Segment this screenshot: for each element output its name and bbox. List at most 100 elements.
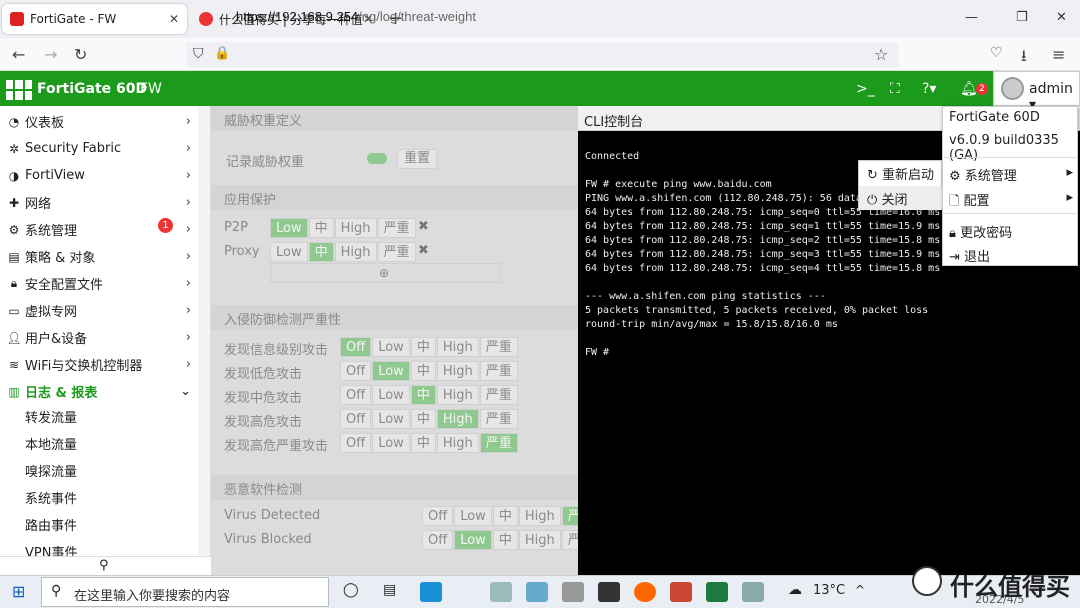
app-icon[interactable] bbox=[490, 582, 512, 602]
app-icon[interactable] bbox=[742, 582, 764, 602]
menu-icon[interactable]: ≡ bbox=[1052, 45, 1065, 64]
severity-option[interactable]: 中 bbox=[410, 409, 436, 429]
task-view-icon[interactable]: ◯ bbox=[343, 582, 359, 598]
restart-menu-item[interactable]: ↻ 重新启动 bbox=[859, 161, 943, 185]
severity-option[interactable]: Low bbox=[454, 506, 492, 526]
terminal-icon[interactable] bbox=[598, 582, 620, 602]
close-tab-icon[interactable]: ✕ bbox=[169, 12, 179, 26]
severity-option[interactable]: High bbox=[436, 337, 479, 357]
change-password-menu-item[interactable]: 🔒︎ 更改密码 bbox=[949, 222, 1012, 241]
severity-option[interactable]: 严重 bbox=[377, 242, 416, 262]
download-icon[interactable]: ⭳ bbox=[1021, 45, 1027, 72]
severity-option[interactable]: Low bbox=[372, 433, 410, 453]
severity-option[interactable]: Low bbox=[270, 218, 308, 238]
help-icon[interactable]: ?▾ bbox=[922, 81, 936, 97]
severity-option[interactable]: 严重 bbox=[479, 385, 518, 405]
severity-option[interactable]: High bbox=[436, 385, 479, 405]
severity-option[interactable]: 中 bbox=[410, 385, 436, 405]
severity-option[interactable]: Low bbox=[270, 242, 308, 262]
powerpoint-icon[interactable] bbox=[670, 582, 692, 602]
severity-option[interactable]: 严重 bbox=[377, 218, 416, 238]
log-threat-weight-toggle[interactable] bbox=[367, 153, 387, 164]
severity-option[interactable]: Off bbox=[340, 385, 372, 405]
url-text[interactable]: https://192.168.9.254/ng/log/threat-weig… bbox=[236, 9, 476, 24]
app-icon[interactable] bbox=[526, 582, 548, 602]
severity-option[interactable]: 严重 bbox=[479, 337, 518, 357]
tab-fortigate[interactable]: FortiGate - FW ✕ bbox=[2, 4, 187, 34]
severity-option[interactable]: Off bbox=[340, 433, 372, 453]
fullscreen-icon[interactable]: ⛶ bbox=[890, 81, 900, 97]
lock-warning-icon[interactable]: 🔒 bbox=[214, 46, 230, 61]
severity-option[interactable]: Low bbox=[372, 337, 410, 357]
forward-icon[interactable]: → bbox=[44, 45, 57, 64]
sidebar-item[interactable]: ≋ WiFi与交换机控制器 › bbox=[0, 351, 197, 378]
severity-option[interactable]: Off bbox=[340, 337, 372, 357]
severity-option[interactable]: High bbox=[436, 433, 479, 453]
severity-option[interactable]: 中 bbox=[410, 433, 436, 453]
sidebar-subitem[interactable]: 本地流量 bbox=[25, 434, 77, 453]
excel-icon[interactable] bbox=[706, 582, 728, 602]
remove-icon[interactable]: ✖ bbox=[418, 219, 429, 234]
sidebar-scrollbar[interactable] bbox=[198, 106, 210, 556]
app-icon[interactable] bbox=[562, 582, 584, 602]
plus-circle-icon[interactable]: ⊕ bbox=[379, 266, 389, 280]
severity-option[interactable]: Low bbox=[372, 409, 410, 429]
severity-option[interactable]: 中 bbox=[308, 242, 334, 262]
reload-icon[interactable]: ↻ bbox=[74, 45, 87, 64]
windows-start-icon[interactable]: ⊞ bbox=[12, 582, 25, 601]
back-icon[interactable]: ← bbox=[12, 45, 25, 64]
search-icon[interactable]: ⚲ bbox=[99, 558, 109, 573]
sidebar-item[interactable]: ✚ 网络 › bbox=[0, 189, 197, 216]
shield-icon[interactable]: ⛉ bbox=[193, 46, 204, 62]
severity-option[interactable]: Low bbox=[372, 361, 410, 381]
pocket-icon[interactable]: ♡ bbox=[990, 45, 1003, 61]
severity-option[interactable]: Low bbox=[372, 385, 410, 405]
sidebar-search[interactable]: ⚲ bbox=[0, 556, 211, 575]
widgets-icon[interactable]: ▤ bbox=[383, 582, 396, 598]
severity-option[interactable]: 中 bbox=[410, 337, 436, 357]
sidebar-item[interactable]: ◔ 仪表板 › bbox=[0, 108, 197, 135]
sidebar-item[interactable]: ▭ 虚拟专网 › bbox=[0, 297, 197, 324]
taskbar-search-input[interactable]: ⚲ 在这里输入你要搜索的内容 bbox=[41, 577, 329, 607]
remove-icon[interactable]: ✖ bbox=[418, 243, 429, 258]
sidebar-subitem[interactable]: 路由事件 bbox=[25, 515, 77, 534]
bookmark-star-icon[interactable]: ☆ bbox=[874, 45, 888, 64]
severity-option[interactable]: Off bbox=[422, 506, 454, 526]
severity-option[interactable]: High bbox=[518, 530, 561, 550]
severity-option[interactable]: Off bbox=[340, 409, 372, 429]
severity-option[interactable]: High bbox=[334, 218, 377, 238]
cli-console-icon[interactable]: >_ bbox=[856, 81, 875, 97]
url-bar[interactable] bbox=[186, 42, 898, 68]
severity-option[interactable]: 严重 bbox=[479, 361, 518, 381]
sidebar-subitem[interactable]: 嗅探流量 bbox=[25, 461, 77, 480]
sidebar-item[interactable]: ✲ Security Fabric › bbox=[0, 135, 197, 162]
sidebar-item[interactable]: 👤︎ 用户&设备 › bbox=[0, 324, 197, 351]
minimize-icon[interactable]: — bbox=[965, 10, 978, 25]
sidebar-subitem[interactable]: 系统事件 bbox=[25, 488, 77, 507]
config-menu-item[interactable]: 🗋 配置 ▸ bbox=[949, 190, 1073, 214]
close-window-icon[interactable]: ✕ bbox=[1056, 10, 1067, 25]
severity-option[interactable]: 严重 bbox=[479, 433, 518, 453]
severity-option[interactable]: Off bbox=[340, 361, 372, 381]
severity-option[interactable]: 中 bbox=[492, 506, 518, 526]
severity-option[interactable]: High bbox=[518, 506, 561, 526]
severity-option[interactable]: High bbox=[334, 242, 377, 262]
shutdown-menu-item[interactable]: ⏻ 关闭 bbox=[859, 186, 943, 210]
system-menu-item[interactable]: ⚙ 系统管理 ▸ bbox=[949, 165, 1073, 184]
tray-chevron-icon[interactable]: ^ bbox=[855, 583, 865, 597]
severity-option[interactable]: High bbox=[436, 361, 479, 381]
severity-option[interactable]: High bbox=[436, 409, 479, 429]
severity-option[interactable]: Off bbox=[422, 530, 454, 550]
severity-option[interactable]: Low bbox=[454, 530, 492, 550]
restore-icon[interactable]: ❐ bbox=[1016, 10, 1028, 25]
sidebar-item[interactable]: 🔒︎ 安全配置文件 › bbox=[0, 270, 197, 297]
reset-button[interactable]: 重置 bbox=[397, 149, 438, 169]
severity-option[interactable]: 中 bbox=[410, 361, 436, 381]
sidebar-subitem[interactable]: 转发流量 bbox=[25, 407, 77, 426]
severity-option[interactable]: 严重 bbox=[479, 409, 518, 429]
logout-menu-item[interactable]: ⇥ 退出 bbox=[949, 246, 990, 265]
sidebar-item[interactable]: ◑ FortiView › bbox=[0, 162, 197, 189]
severity-option[interactable]: 中 bbox=[492, 530, 518, 550]
edge-icon[interactable] bbox=[420, 582, 442, 602]
sidebar-item[interactable]: ▥ 日志 & 报表 ⌄ bbox=[0, 378, 197, 405]
